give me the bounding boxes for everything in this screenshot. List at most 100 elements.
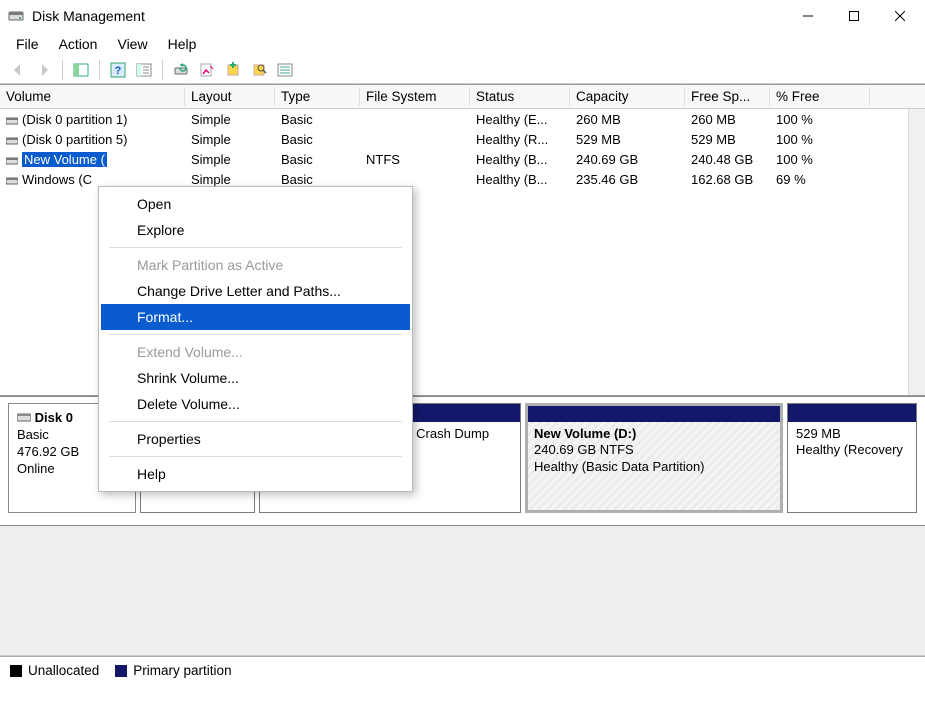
context-menu-item[interactable]: Explore [101, 217, 410, 243]
drive-icon [6, 174, 18, 184]
cell-capacity: 240.69 GB [570, 151, 685, 168]
cell-layout: Simple [185, 111, 275, 128]
cell-free: 529 MB [685, 131, 770, 148]
find-button[interactable] [247, 58, 271, 82]
toolbar-separator [62, 60, 63, 80]
empty-area [0, 526, 925, 656]
column-header-pctfree[interactable]: % Free [770, 87, 870, 106]
context-menu-item[interactable]: Change Drive Letter and Paths... [101, 278, 410, 304]
menu-separator [109, 421, 402, 422]
context-menu-item: Mark Partition as Active [101, 252, 410, 278]
drive-icon [6, 154, 18, 164]
cell-layout: Simple [185, 151, 275, 168]
volume-name: (Disk 0 partition 1) [22, 112, 127, 127]
context-menu-item[interactable]: Help [101, 461, 410, 487]
context-menu-item: Extend Volume... [101, 339, 410, 365]
partition[interactable]: 529 MBHealthy (Recovery [787, 403, 917, 513]
column-header-filesystem[interactable]: File System [360, 87, 470, 106]
column-header-free[interactable]: Free Sp... [685, 87, 770, 106]
column-header-status[interactable]: Status [470, 87, 570, 106]
menu-separator [109, 456, 402, 457]
context-menu-item[interactable]: Properties [101, 426, 410, 452]
legend-unallocated: Unallocated [10, 663, 99, 678]
cell-free: 162.68 GB [685, 171, 770, 188]
menu-help[interactable]: Help [158, 34, 207, 54]
disk-name: Disk 0 [35, 410, 73, 425]
column-header-capacity[interactable]: Capacity [570, 87, 685, 106]
cell-type: Basic [275, 151, 360, 168]
menu-action[interactable]: Action [49, 34, 108, 54]
partition[interactable]: New Volume (D:)240.69 GB NTFSHealthy (Ba… [525, 403, 783, 513]
cell-free: 240.48 GB [685, 151, 770, 168]
title-bar: Disk Management [0, 0, 925, 32]
maximize-button[interactable] [831, 1, 877, 31]
cell-status: Healthy (B... [470, 151, 570, 168]
column-header-volume[interactable]: Volume [0, 87, 185, 106]
cell-type: Basic [275, 111, 360, 128]
list-button[interactable] [273, 58, 297, 82]
drive-icon [6, 134, 18, 144]
partition-size: 529 MB [796, 426, 908, 442]
app-icon [8, 8, 24, 24]
menu-view[interactable]: View [107, 34, 157, 54]
refresh-button[interactable] [169, 58, 193, 82]
menu-bar: File Action View Help [0, 32, 925, 56]
cell-pct: 100 % [770, 111, 870, 128]
cell-type: Basic [275, 131, 360, 148]
legend-primary: Primary partition [115, 663, 231, 678]
cell-layout: Simple [185, 171, 275, 188]
settings-button[interactable] [132, 58, 156, 82]
minimize-button[interactable] [785, 1, 831, 31]
volume-row[interactable]: (Disk 0 partition 1) SimpleBasic Healthy (… [0, 109, 925, 129]
cell-free: 260 MB [685, 111, 770, 128]
window-title: Disk Management [32, 8, 145, 24]
back-button[interactable] [6, 58, 30, 82]
toolbar: ? [0, 56, 925, 84]
help-button[interactable]: ? [106, 58, 130, 82]
volume-row[interactable]: New Volume (SimpleBasicNTFSHealthy (B...… [0, 149, 925, 169]
menu-file[interactable]: File [6, 34, 49, 54]
disk-size: 476.92 GB [17, 444, 79, 459]
cell-status: Healthy (R... [470, 131, 570, 148]
context-menu: OpenExplore Mark Partition as ActiveChang… [98, 186, 413, 492]
column-header-type[interactable]: Type [275, 87, 360, 106]
toolbar-separator [162, 60, 163, 80]
partition-status: Healthy (Basic Data Partition) [534, 459, 774, 475]
show-hide-tree-button[interactable] [69, 58, 93, 82]
rescan-button[interactable] [195, 58, 219, 82]
cell-pct: 100 % [770, 151, 870, 168]
volume-name: (Disk 0 partition 5) [22, 132, 127, 147]
toolbar-separator [99, 60, 100, 80]
volume-name: Windows (C [22, 172, 92, 187]
new-button[interactable] [221, 58, 245, 82]
partition-name: New Volume (D:) [534, 426, 774, 442]
partition-status: Healthy (Recovery [796, 442, 908, 458]
close-button[interactable] [877, 1, 923, 31]
cell-status: Healthy (E... [470, 111, 570, 128]
context-menu-item[interactable]: Shrink Volume... [101, 365, 410, 391]
scrollbar[interactable] [908, 109, 925, 395]
context-menu-item[interactable]: Format... [101, 304, 410, 330]
cell-layout: Simple [185, 131, 275, 148]
cell-pct: 69 % [770, 171, 870, 188]
svg-text:?: ? [115, 65, 122, 77]
forward-button[interactable] [32, 58, 56, 82]
context-menu-item[interactable]: Open [101, 191, 410, 217]
cell-capacity: 260 MB [570, 111, 685, 128]
cell-type: Basic [275, 171, 360, 188]
partition-size: 240.69 GB NTFS [534, 442, 774, 458]
partition-color-band [526, 404, 782, 422]
menu-separator [109, 334, 402, 335]
disk-icon [17, 410, 31, 425]
column-header-layout[interactable]: Layout [185, 87, 275, 106]
legend: Unallocated Primary partition [0, 656, 925, 684]
cell-pct: 100 % [770, 131, 870, 148]
cell-fs: NTFS [360, 151, 470, 168]
disk-status: Online [17, 461, 55, 476]
context-menu-item[interactable]: Delete Volume... [101, 391, 410, 417]
cell-capacity: 529 MB [570, 131, 685, 148]
volume-list-header: Volume Layout Type File System Status Ca… [0, 85, 925, 109]
disk-type: Basic [17, 427, 49, 442]
volume-row[interactable]: (Disk 0 partition 5) SimpleBasic Healthy (… [0, 129, 925, 149]
cell-fs [360, 178, 470, 180]
